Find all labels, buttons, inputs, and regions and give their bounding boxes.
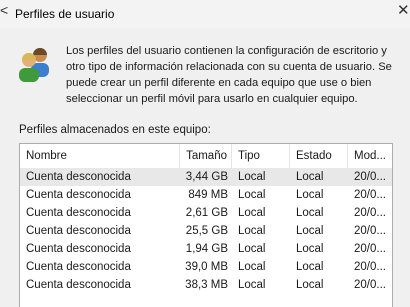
table-row[interactable]: Cuenta desconocida 39,0 MB Local Local 20/0.…: [20, 258, 392, 276]
cell-modified: 20/0...: [354, 279, 386, 291]
table-row[interactable]: Cuenta desconocida 2,61 GB Local Local 20/0.…: [20, 204, 392, 222]
cell-name: Cuenta desconocida: [26, 171, 131, 183]
cell-size: 1,94 GB: [185, 243, 228, 255]
profiles-description: Los perfiles del usuario contienen la co…: [66, 45, 392, 105]
column-header-nombre[interactable]: Nombre: [20, 144, 180, 168]
table-row[interactable]: Cuenta desconocida 1,94 GB Local Local 20/0.…: [20, 240, 392, 258]
cell-name: Cuenta desconocida: [26, 243, 131, 255]
cell-name: Cuenta desconocida: [26, 189, 131, 201]
cell-status: Local: [296, 207, 324, 219]
cell-name: Cuenta desconocida: [26, 261, 131, 273]
cell-size: 39,0 MB: [185, 261, 228, 273]
profiles-list[interactable]: Nombre Tamaño Tipo Estado Mod... Cuenta …: [19, 143, 393, 307]
cell-size: 25,5 GB: [185, 225, 228, 237]
cell-name: Cuenta desconocida: [26, 207, 131, 219]
table-row[interactable]: Cuenta desconocida 25,5 GB Local Local 20/0.…: [20, 222, 392, 240]
cell-size: 849 MB: [188, 189, 228, 201]
cell-status: Local: [296, 279, 324, 291]
cell-type: Local: [238, 225, 266, 237]
cell-name: Cuenta desconocida: [26, 225, 131, 237]
cell-modified: 20/0...: [354, 261, 386, 273]
window-title: Perfiles de usuario: [15, 7, 115, 21]
close-icon[interactable]: ✕: [397, 3, 410, 18]
cell-type: Local: [238, 207, 266, 219]
cell-modified: 20/0...: [354, 225, 386, 237]
cell-status: Local: [296, 225, 324, 237]
cell-status: Local: [296, 189, 324, 201]
cell-size: 2,61 GB: [185, 207, 228, 219]
cell-type: Local: [238, 189, 266, 201]
column-header-tipo[interactable]: Tipo: [232, 144, 290, 168]
table-row[interactable]: Cuenta desconocida 849 MB Local Local 20/0..…: [20, 186, 392, 204]
table-row[interactable]: Cuenta desconocida 3,44 GB Local Local 20/0.…: [20, 168, 392, 186]
cell-modified: 20/0...: [354, 171, 386, 183]
stored-profiles-label: Perfiles almacenados en este equipo:: [19, 124, 211, 136]
cell-size: 3,44 GB: [185, 171, 228, 183]
cell-status: Local: [296, 261, 324, 273]
cell-modified: 20/0...: [354, 189, 386, 201]
table-row[interactable]: Cuenta desconocida 38,3 MB Local Local 20/0.…: [20, 276, 392, 294]
cell-status: Local: [296, 243, 324, 255]
cell-type: Local: [238, 261, 266, 273]
users-icon: [19, 48, 49, 82]
cell-modified: 20/0...: [354, 207, 386, 219]
cell-name: Cuenta desconocida: [26, 279, 131, 291]
cell-type: Local: [238, 243, 266, 255]
cell-type: Local: [238, 171, 266, 183]
column-header-estado[interactable]: Estado: [290, 144, 348, 168]
cell-size: 38,3 MB: [185, 279, 228, 291]
title-bar: < Perfiles de usuario ✕: [0, 0, 410, 28]
column-header-tamano[interactable]: Tamaño: [180, 144, 232, 168]
cell-modified: 20/0...: [354, 243, 386, 255]
cell-status: Local: [296, 171, 324, 183]
left-edge-glyph: <: [0, 2, 9, 18]
column-header-modificado[interactable]: Mod...: [348, 144, 392, 168]
cell-type: Local: [238, 279, 266, 291]
